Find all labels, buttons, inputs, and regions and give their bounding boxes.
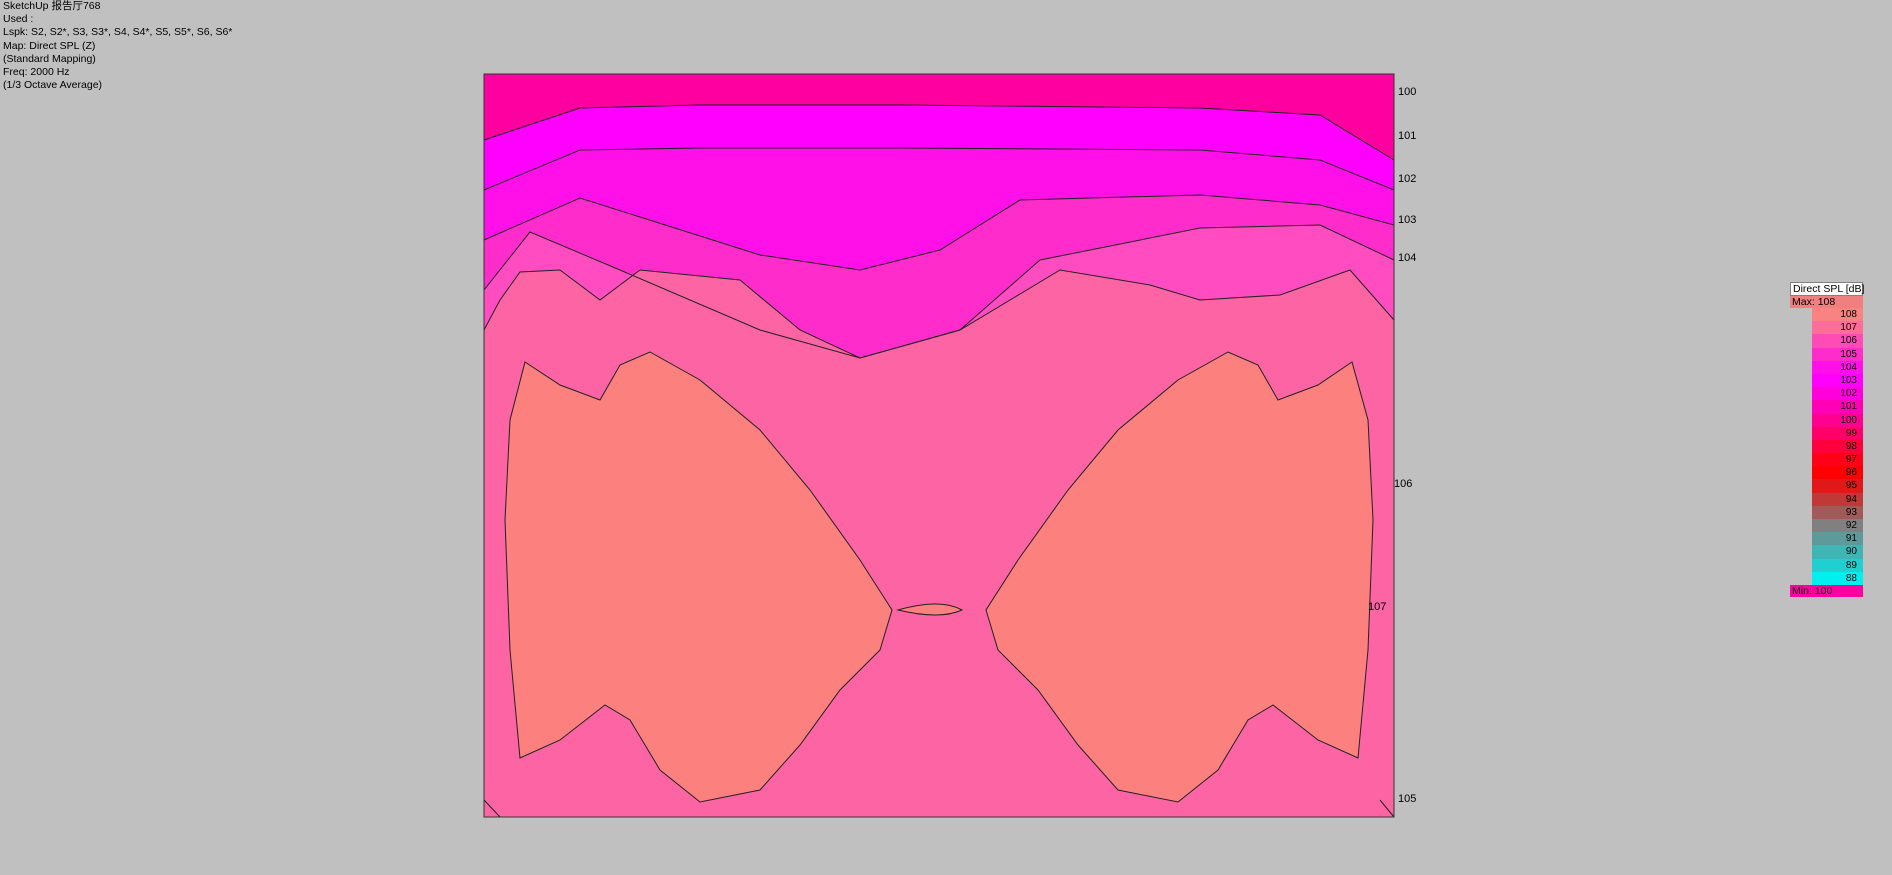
legend-swatch: 101 [1812, 400, 1863, 414]
legend-entry: 103 [1790, 373, 1863, 388]
contour-label-107: 107 [1368, 601, 1386, 613]
legend-entry: 97 [1790, 453, 1863, 467]
legend-min-value: 100 [1814, 584, 1833, 597]
legend-entry-spacer [1790, 374, 1812, 387]
color-legend: Direct SPL [dB] Max: 108 108 107 106 105 104… [1790, 282, 1864, 597]
legend-entry-spacer [1790, 559, 1812, 572]
legend-entry: 89 [1790, 558, 1863, 572]
contour-label-100: 100 [1398, 86, 1416, 98]
legend-entry-spacer [1790, 440, 1812, 453]
legend-entry-spacer [1790, 453, 1812, 466]
legend-entry: 98 [1790, 439, 1863, 454]
legend-swatch: 103 [1812, 373, 1863, 388]
legend-entry-spacer [1790, 308, 1812, 321]
legend-swatch: 105 [1812, 347, 1863, 361]
legend-entry-spacer [1790, 348, 1812, 361]
legend-max-value: 108 [1817, 296, 1836, 308]
legend-entry: 92 [1790, 519, 1863, 533]
legend-entry: 101 [1790, 400, 1863, 414]
legend-entry-spacer [1790, 572, 1812, 585]
legend-entry-spacer [1790, 361, 1812, 374]
legend-entry: 104 [1790, 360, 1863, 374]
spl-contour-map: 100 101 102 103 104 106 107 105 [483, 73, 1416, 818]
legend-swatch: 88 [1812, 571, 1863, 585]
legend-scale: 108 107 106 105 104 103 102 101 100 99 98 97 96 95 94 9… [1790, 308, 1863, 585]
contour-label-101: 101 [1398, 130, 1416, 142]
legend-entry: 91 [1790, 532, 1863, 546]
legend-entry: 90 [1790, 545, 1863, 559]
legend-swatch: 107 [1812, 321, 1863, 335]
legend-entry: 99 [1790, 426, 1863, 440]
legend-entry-spacer [1790, 506, 1812, 519]
legend-swatch: 108 [1812, 308, 1863, 322]
contour-label-103: 103 [1398, 214, 1416, 226]
legend-max-label: Max: [1792, 296, 1815, 308]
legend-min-label: Min: [1792, 584, 1812, 597]
legend-entry: 100 [1790, 413, 1863, 427]
legend-entry-spacer [1790, 532, 1812, 545]
legend-swatch: 91 [1812, 532, 1863, 546]
legend-swatch: 102 [1812, 387, 1863, 401]
legend-entry: 95 [1790, 479, 1863, 493]
legend-swatch: 106 [1812, 334, 1863, 348]
legend-entry-spacer [1790, 479, 1812, 492]
legend-swatch: 99 [1812, 426, 1863, 440]
legend-entry: 93 [1790, 505, 1863, 519]
legend-entry-spacer [1790, 414, 1812, 427]
legend-entry: 96 [1790, 466, 1863, 480]
legend-entry-spacer [1790, 493, 1812, 506]
contour-label-105: 105 [1398, 793, 1416, 805]
legend-entry-spacer [1790, 545, 1812, 558]
legend-min: Min: 100 [1790, 584, 1863, 597]
legend-swatch: 90 [1812, 545, 1863, 559]
legend-entry: 88 [1790, 571, 1863, 585]
legend-entry: 108 [1790, 308, 1863, 322]
legend-swatch: 98 [1812, 439, 1863, 454]
legend-max: Max: 108 [1790, 296, 1863, 308]
legend-swatch: 104 [1812, 360, 1863, 374]
legend-entry-spacer [1790, 334, 1812, 347]
legend-entry-spacer [1790, 400, 1812, 413]
legend-entry: 102 [1790, 387, 1863, 401]
contour-label-102: 102 [1398, 173, 1416, 185]
legend-swatch: 94 [1812, 492, 1863, 506]
legend-title: Direct SPL [dB] [1790, 282, 1864, 296]
legend-swatch: 95 [1812, 479, 1863, 493]
legend-entry-spacer [1790, 387, 1812, 400]
legend-swatch: 100 [1812, 413, 1863, 427]
legend-swatch: 97 [1812, 453, 1863, 467]
legend-entry-spacer [1790, 466, 1812, 479]
legend-entry: 105 [1790, 347, 1863, 361]
legend-swatch: 92 [1812, 519, 1863, 533]
contour-label-104: 104 [1398, 252, 1416, 264]
contour-label-106: 106 [1394, 478, 1412, 490]
legend-entry-spacer [1790, 427, 1812, 440]
legend-swatch: 93 [1812, 505, 1863, 519]
legend-entry-spacer [1790, 321, 1812, 334]
legend-entry: 94 [1790, 492, 1863, 506]
legend-entry-spacer [1790, 519, 1812, 532]
legend-swatch: 89 [1812, 558, 1863, 572]
legend-swatch: 96 [1812, 466, 1863, 480]
legend-entry: 106 [1790, 334, 1863, 348]
legend-entry: 107 [1790, 321, 1863, 335]
